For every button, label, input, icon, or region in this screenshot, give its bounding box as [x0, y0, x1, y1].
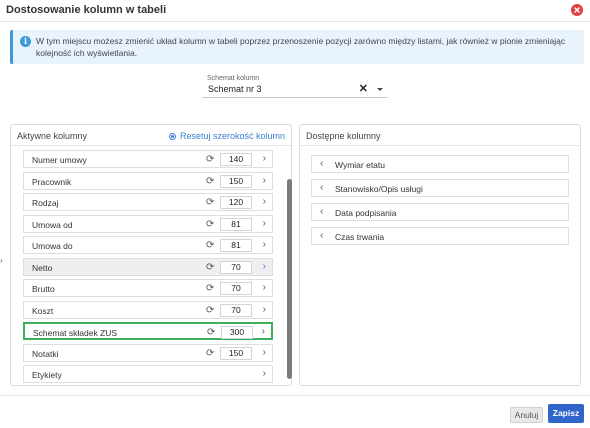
column-label: Umowa od	[32, 219, 73, 230]
chevron-right-icon[interactable]: ›	[263, 282, 266, 293]
refresh-icon[interactable]: ⟳	[206, 154, 214, 165]
list-item[interactable]: ‹ Data podpisania	[311, 203, 569, 221]
chevron-right-icon[interactable]: ›	[263, 153, 266, 164]
list-item[interactable]: Schemat składek ZUS ⟳ 300 ›	[23, 322, 273, 340]
dialog-footer: Anuluj Zapisz	[0, 395, 590, 428]
refresh-icon[interactable]: ⟳	[206, 262, 214, 273]
info-icon: i	[20, 36, 31, 47]
chevron-right-icon[interactable]: ›	[263, 304, 266, 315]
refresh-icon[interactable]: ⟳	[206, 219, 214, 230]
chevron-left-icon[interactable]: ‹	[320, 182, 323, 193]
list-item[interactable]: Koszt ⟳ 70 ›	[23, 300, 273, 319]
column-label: Data podpisania	[335, 208, 397, 218]
list-item[interactable]: Pracownik ⟳ 150 ›	[23, 171, 273, 190]
list-item[interactable]: Notatki ⟳ 150 ›	[23, 343, 273, 362]
list-item[interactable]: ‹ Czas trwania	[311, 227, 569, 245]
list-item[interactable]: Umowa od ⟳ 81 ›	[23, 214, 273, 233]
active-columns-header: Aktywne kolumny Resetuj szerokość kolumn	[11, 125, 291, 146]
refresh-icon[interactable]: ⟳	[206, 197, 214, 208]
chevron-right-icon[interactable]: ›	[263, 347, 266, 358]
cancel-button[interactable]: Anuluj	[510, 407, 543, 423]
list-item[interactable]: ‹ Stanowisko/Opis usługi	[311, 179, 569, 197]
column-width-input[interactable]: 120	[220, 196, 252, 209]
column-width-input[interactable]: 70	[220, 303, 252, 317]
reset-width-link[interactable]: Resetuj szerokość kolumn	[168, 131, 285, 141]
column-label: Numer umowy	[32, 155, 87, 165]
refresh-icon[interactable]: ⟳	[206, 176, 214, 187]
active-columns-list: Numer umowy ⟳ 140 › Pracownik ⟳ 150 › Rodzaj ⟳ 120…	[23, 146, 285, 384]
column-width-input[interactable]: 140	[220, 153, 252, 166]
schema-select[interactable]: Schemat nr 3 ✕	[202, 81, 388, 98]
list-item[interactable]: Brutto ⟳ 70 ›	[23, 279, 273, 297]
reset-icon	[168, 133, 176, 140]
column-width-input[interactable]: 300	[221, 326, 253, 339]
available-columns-title: Dostępne kolumny	[306, 131, 381, 141]
chevron-right-icon[interactable]: ›	[263, 196, 266, 207]
column-settings-dialog: Dostosowanie kolumn w tabeli i W tym mie…	[0, 0, 590, 428]
list-item[interactable]: ‹ Wymiar etatu	[311, 155, 569, 173]
active-columns-title: Aktywne kolumny	[17, 131, 88, 141]
save-button[interactable]: Zapisz	[548, 404, 584, 423]
info-text: W tym miejscu możesz zmienić układ kolum…	[36, 36, 566, 58]
active-columns-panel: Aktywne kolumny Resetuj szerokość kolumn…	[10, 124, 292, 386]
column-width-input[interactable]: 150	[220, 174, 252, 188]
reset-width-label: Resetuj szerokość kolumn	[179, 131, 285, 141]
column-width-input[interactable]: 81	[220, 217, 252, 231]
dialog-title: Dostosowanie kolumn w tabeli	[6, 4, 167, 16]
list-item[interactable]: Numer umowy ⟳ 140 ›	[23, 150, 273, 168]
column-width-input[interactable]: 70	[220, 282, 252, 295]
available-columns-header: Dostępne kolumny	[300, 125, 580, 146]
refresh-icon[interactable]: ⟳	[206, 240, 214, 251]
chevron-right-icon[interactable]: ›	[263, 218, 266, 229]
column-width-input[interactable]: 81	[220, 239, 252, 252]
refresh-icon[interactable]: ⟳	[206, 283, 214, 294]
refresh-icon[interactable]: ⟳	[207, 327, 215, 338]
list-item[interactable]: Etykiety ›	[23, 365, 273, 383]
refresh-icon[interactable]: ⟳	[206, 305, 214, 316]
column-label: Stanowisko/Opis usługi	[335, 184, 423, 194]
column-label: Wymiar etatu	[335, 160, 385, 170]
list-item[interactable]: Netto ⟳ 70 ›	[23, 257, 273, 276]
column-label: Notatki	[32, 348, 59, 359]
column-label: Brutto	[32, 284, 55, 294]
scrollbar-thumb[interactable]	[287, 179, 292, 379]
chevron-left-icon[interactable]: ‹	[320, 206, 323, 217]
chevron-right-icon[interactable]: ›	[263, 239, 266, 250]
column-label: Schemat składek ZUS	[33, 328, 118, 338]
column-label: Pracownik	[32, 176, 72, 187]
dialog-titlebar: Dostosowanie kolumn w tabeli	[0, 0, 590, 22]
column-label: Etykiety	[32, 370, 62, 380]
column-label: Umowa do	[32, 241, 73, 251]
column-width-input[interactable]: 70	[220, 260, 252, 274]
column-width-input[interactable]: 150	[220, 346, 252, 360]
schema-value: Schemat nr 3	[208, 84, 262, 94]
close-icon[interactable]	[571, 4, 583, 16]
chevron-down-icon[interactable]	[377, 88, 383, 91]
chevron-left-icon[interactable]: ‹	[320, 230, 323, 241]
scrollbar[interactable]	[287, 147, 292, 385]
column-label: Czas trwania	[335, 232, 385, 242]
chevron-right-icon[interactable]: ›	[263, 175, 266, 186]
info-banner: i W tym miejscu możesz zmienić układ kol…	[10, 30, 584, 64]
column-label: Koszt	[32, 305, 54, 316]
panel-left-edge-marker: ›	[0, 256, 3, 265]
available-columns-panel: Dostępne kolumny ‹ Wymiar etatu ‹ Stanowisk…	[299, 124, 581, 386]
column-label: Netto	[32, 262, 53, 273]
chevron-right-icon[interactable]: ›	[263, 261, 266, 272]
chevron-right-icon[interactable]: ›	[263, 368, 266, 379]
chevron-right-icon[interactable]: ›	[262, 326, 265, 337]
list-item[interactable]: Rodzaj ⟳ 120 ›	[23, 193, 273, 211]
refresh-icon[interactable]: ⟳	[206, 348, 214, 359]
chevron-left-icon[interactable]: ‹	[320, 158, 323, 169]
column-label: Rodzaj	[32, 198, 59, 208]
list-item[interactable]: Umowa do ⟳ 81 ›	[23, 236, 273, 254]
clear-icon[interactable]: ✕	[359, 82, 368, 95]
